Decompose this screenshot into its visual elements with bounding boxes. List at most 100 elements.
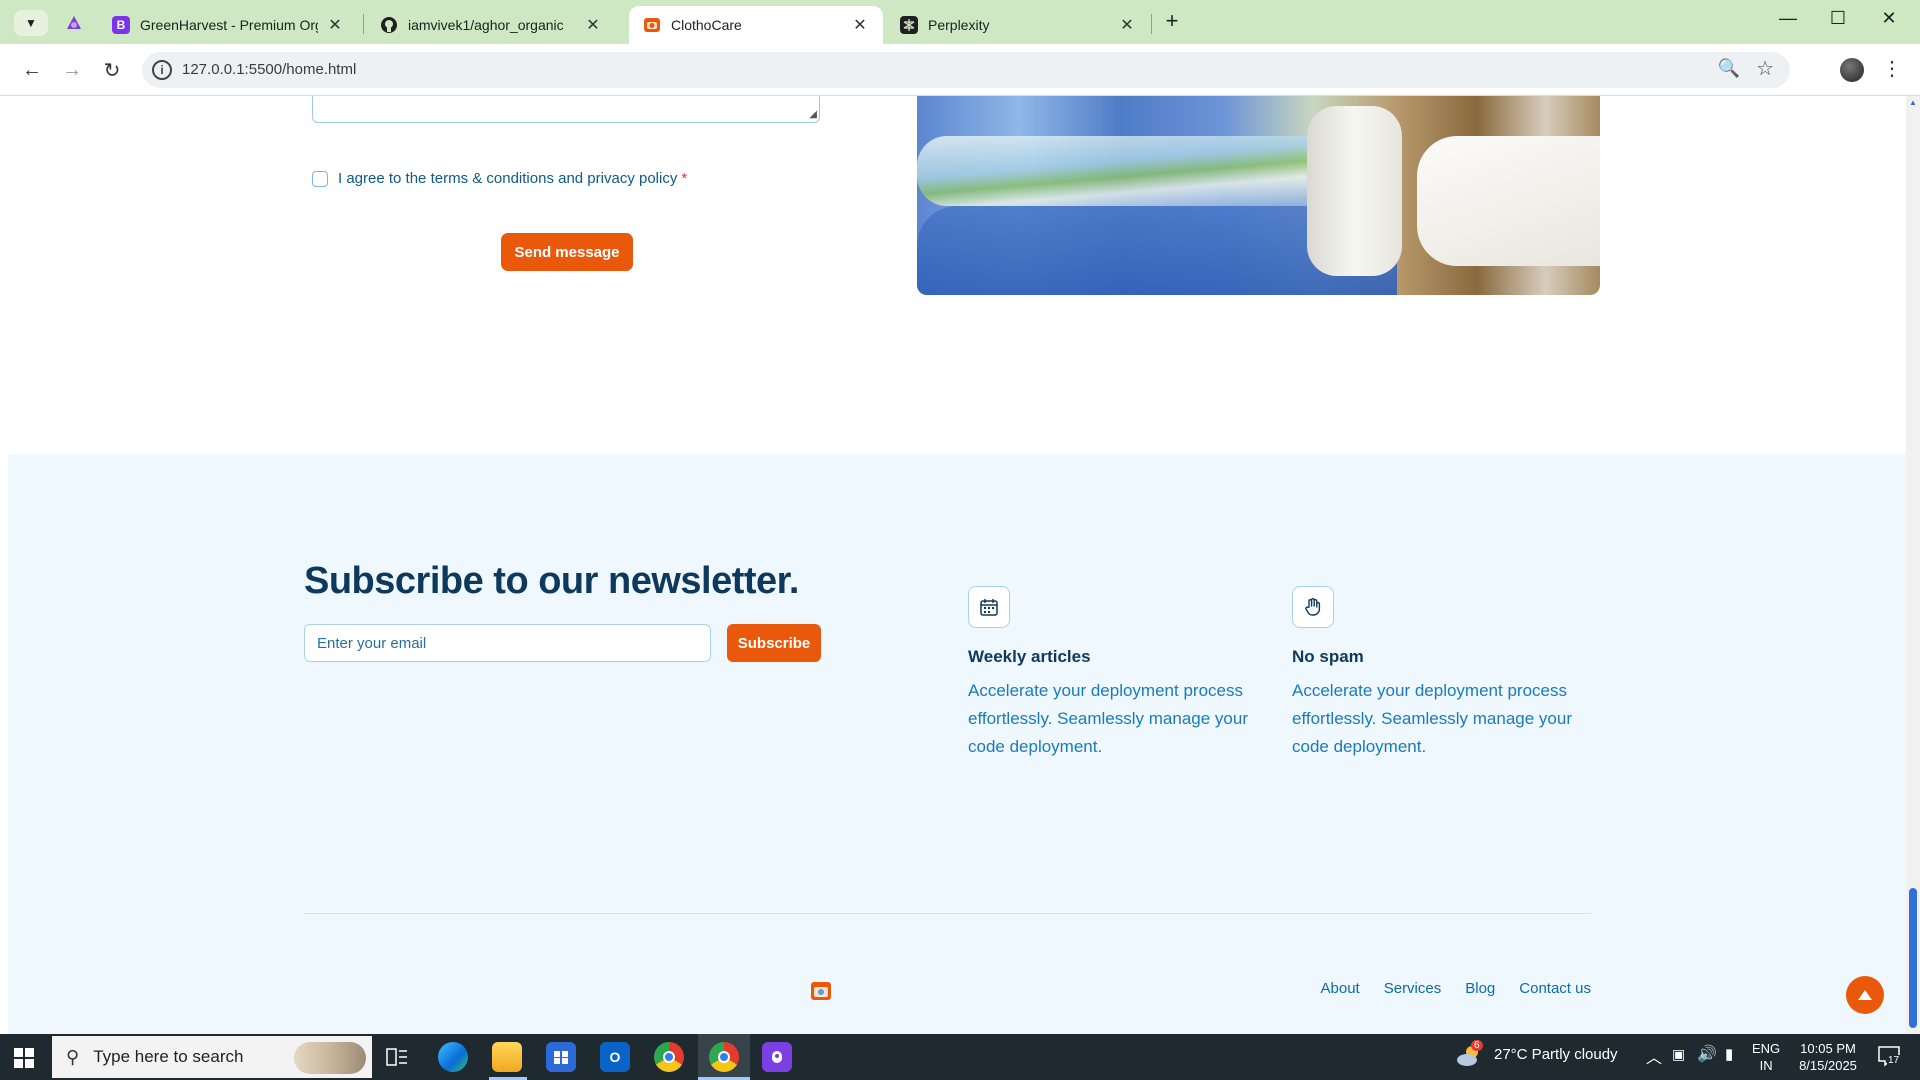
clothocare-logo-icon	[643, 16, 661, 34]
calendar-icon	[968, 586, 1010, 628]
send-message-button[interactable]: Send message	[501, 233, 633, 271]
tab-title: GreenHarvest - Premium Organ	[140, 17, 318, 33]
agree-label: I agree to the terms & conditions and pr…	[338, 170, 678, 187]
plus-icon: +	[1165, 8, 1179, 33]
pinned-tab[interactable]	[60, 9, 88, 37]
taskbar-search[interactable]: ⚲ Type here to search	[52, 1036, 372, 1078]
message-textarea[interactable]: ◢	[312, 96, 820, 123]
chevron-up-icon[interactable]: ︿	[1646, 1044, 1662, 1068]
tab-clothocare[interactable]: ClothoCare ✕	[629, 6, 883, 44]
windows-logo-icon	[14, 1048, 34, 1068]
feature-description: Accelerate your deployment process effor…	[1292, 681, 1572, 756]
meet-now-icon[interactable]: ▣	[1672, 1046, 1685, 1063]
footer-link-blog[interactable]: Blog	[1465, 980, 1495, 997]
microsoft-store-icon[interactable]	[546, 1042, 576, 1072]
bookmark-star-icon[interactable]: ☆	[1756, 56, 1774, 81]
arrow-right-icon: →	[62, 58, 82, 81]
task-view-icon[interactable]	[382, 1042, 412, 1072]
site-info-icon[interactable]: i	[152, 60, 172, 80]
github-icon	[380, 16, 398, 34]
clock-time: 10:05 PM	[1800, 1041, 1856, 1056]
close-window-button[interactable]: ✕	[1874, 8, 1904, 29]
address-bar[interactable]: i 127.0.0.1:5500/home.html 🔍 ☆	[142, 52, 1790, 88]
close-icon[interactable]: ✕	[584, 15, 602, 35]
region-code: IN	[1759, 1058, 1773, 1073]
weather-text[interactable]: 27°C Partly cloudy	[1494, 1046, 1618, 1063]
chrome-profile-icon[interactable]	[709, 1042, 739, 1072]
battery-icon[interactable]: ▮	[1725, 1045, 1733, 1063]
back-button[interactable]: ←	[18, 56, 46, 84]
cloth-shape	[1417, 136, 1600, 266]
edge-icon[interactable]	[438, 1042, 468, 1072]
feature-title: No spam	[1292, 647, 1364, 666]
forward-button[interactable]: →	[58, 56, 86, 84]
close-icon[interactable]: ✕	[1118, 15, 1136, 35]
windows-taskbar: ⚲ Type here to search O 6 27°C Partly cl…	[0, 1034, 1920, 1080]
weather-badge: 6	[1471, 1040, 1483, 1051]
hand-icon	[1292, 586, 1334, 628]
scroll-down-icon[interactable]: ▼	[1909, 1020, 1917, 1029]
tab-separator	[363, 14, 364, 34]
newsletter-section: Subscribe to our newsletter. Subscribe W…	[8, 454, 1906, 1034]
tab-separator	[1151, 14, 1152, 34]
page-viewport: ◢ I agree to the terms & conditions and …	[8, 96, 1906, 1034]
taskbar-clock[interactable]: 10:05 PM 8/15/2025	[1797, 1040, 1859, 1074]
resize-grip-icon[interactable]: ◢	[809, 109, 817, 120]
tab-title: ClothoCare	[671, 17, 742, 33]
maximize-icon: ☐	[1829, 8, 1847, 28]
file-explorer-icon[interactable]	[492, 1042, 522, 1072]
zoom-icon[interactable]: 🔍	[1718, 58, 1740, 79]
outlook-icon[interactable]: O	[600, 1042, 630, 1072]
profile-avatar[interactable]	[1840, 58, 1864, 82]
feature-weekly-articles: Weekly articles Accelerate your deployme…	[968, 586, 1268, 761]
scroll-to-top-button[interactable]	[1846, 976, 1884, 1014]
tab-greenharvest[interactable]: B GreenHarvest - Premium Organ ✕	[98, 6, 358, 44]
towels-image	[917, 96, 1600, 295]
scrollbar-thumb[interactable]	[1909, 888, 1917, 1028]
browser-menu-icon[interactable]: ⋮	[1882, 56, 1902, 81]
search-icon: ⚲	[66, 1046, 80, 1067]
windows-start-button[interactable]	[12, 1046, 36, 1070]
feature-title: Weekly articles	[968, 647, 1091, 666]
search-highlight-image	[294, 1042, 366, 1074]
maximize-button[interactable]: ☐	[1823, 8, 1853, 29]
subscribe-button[interactable]: Subscribe	[727, 624, 821, 662]
volume-icon[interactable]: 🔊	[1697, 1044, 1717, 1064]
browser-toolbar: ← → ↻ i 127.0.0.1:5500/home.html 🔍 ☆ ⋮	[0, 44, 1920, 96]
app-launcher-icon[interactable]	[762, 1042, 792, 1072]
bottle-shape	[1307, 106, 1402, 276]
feature-description: Accelerate your deployment process effor…	[968, 681, 1248, 756]
page-scrollbar[interactable]: ▲ ▼	[1906, 96, 1920, 1034]
tab-github[interactable]: iamvivek1/aghor_organic ✕	[366, 6, 616, 44]
reload-button[interactable]: ↻	[98, 56, 126, 84]
tab-title: iamvivek1/aghor_organic	[408, 17, 564, 33]
notification-center-button[interactable]: 17	[1876, 1044, 1904, 1070]
footer-link-about[interactable]: About	[1321, 980, 1360, 997]
caret-up-icon	[1858, 990, 1872, 1000]
close-icon[interactable]: ✕	[326, 15, 344, 35]
email-input[interactable]	[304, 624, 711, 662]
newsletter-title: Subscribe to our newsletter.	[304, 560, 799, 602]
footer-link-services[interactable]: Services	[1384, 980, 1442, 997]
tab-perplexity[interactable]: Perplexity ✕	[886, 6, 1150, 44]
close-icon[interactable]: ✕	[851, 15, 869, 35]
clock-date: 8/15/2025	[1799, 1058, 1857, 1073]
language-indicator[interactable]: ENG IN	[1752, 1040, 1780, 1074]
search-placeholder: Type here to search	[93, 1047, 244, 1066]
clothocare-logo-icon[interactable]	[810, 980, 832, 1002]
required-asterisk: *	[681, 170, 688, 187]
towel-layer	[917, 136, 1337, 206]
tab-search-button[interactable]: ▼	[14, 10, 48, 36]
minimize-button[interactable]: —	[1773, 8, 1803, 29]
agree-checkbox[interactable]	[312, 170, 328, 187]
new-tab-button[interactable]: +	[1158, 8, 1186, 34]
perplexity-icon	[900, 16, 918, 34]
chrome-icon[interactable]	[654, 1042, 684, 1072]
footer-link-contact[interactable]: Contact us	[1519, 980, 1591, 997]
url-text[interactable]: 127.0.0.1:5500/home.html	[182, 61, 356, 78]
scroll-up-icon[interactable]: ▲	[1909, 98, 1917, 107]
footer-divider	[304, 913, 1591, 914]
footer-nav: About Services Blog Contact us	[1321, 980, 1591, 997]
language-code: ENG	[1752, 1041, 1781, 1056]
agree-terms-row[interactable]: I agree to the terms & conditions and pr…	[312, 170, 687, 187]
